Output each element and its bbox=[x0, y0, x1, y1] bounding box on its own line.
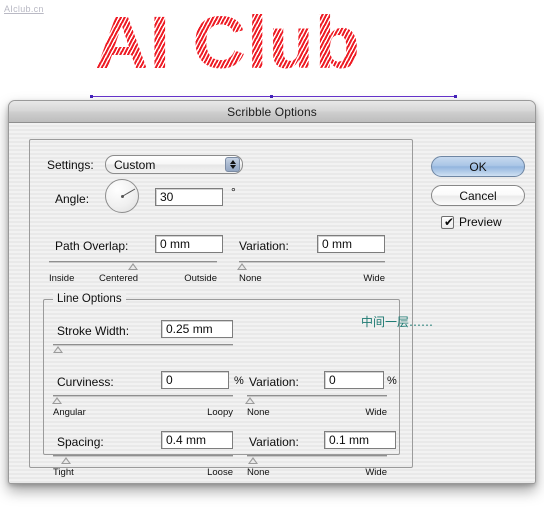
slider-thumb[interactable] bbox=[244, 397, 255, 404]
preview-checkbox-row[interactable]: ✔ Preview bbox=[441, 215, 502, 229]
ok-button[interactable]: OK bbox=[431, 156, 525, 177]
spacing-variation-tick-left: None bbox=[247, 467, 270, 478]
curviness-variation-label: Variation: bbox=[249, 375, 299, 389]
spacing-variation-input[interactable]: 0.1 mm bbox=[324, 431, 396, 449]
slider-thumb[interactable] bbox=[247, 457, 258, 464]
chinese-annotation: 中间一层…… bbox=[361, 315, 434, 329]
spacing-label: Spacing: bbox=[57, 435, 104, 449]
site-watermark: AIclub.cn bbox=[4, 4, 44, 14]
chevron-down-icon bbox=[229, 165, 236, 169]
spacing-tick-left: Tight bbox=[53, 467, 74, 478]
stroke-width-input[interactable]: 0.25 mm bbox=[161, 320, 233, 338]
spacing-variation-value: 0.1 mm bbox=[329, 433, 370, 447]
path-overlap-variation-input[interactable]: 0 mm bbox=[317, 235, 385, 253]
angle-dial-center-dot bbox=[121, 195, 124, 198]
artwork-path-anchor bbox=[454, 95, 457, 98]
curviness-variation-value: 0 bbox=[329, 373, 336, 387]
chevron-updown-icon bbox=[225, 157, 240, 172]
path-overlap-variation-label: Variation: bbox=[239, 239, 289, 253]
path-overlap-tick-left: Inside bbox=[49, 273, 75, 284]
curviness-variation-input[interactable]: 0 bbox=[324, 371, 384, 389]
preview-label: Preview bbox=[459, 215, 502, 229]
curviness-variation-unit-percent: % bbox=[387, 375, 397, 387]
cancel-button[interactable]: Cancel bbox=[431, 185, 525, 206]
path-overlap-variation-value: 0 mm bbox=[322, 237, 352, 251]
spacing-variation-tick-right: Wide bbox=[365, 467, 387, 478]
checkmark-icon: ✔ bbox=[444, 214, 455, 229]
spacing-variation-label: Variation: bbox=[249, 435, 299, 449]
slider-track bbox=[247, 455, 387, 457]
path-overlap-variation-tick-right: Wide bbox=[363, 273, 385, 284]
slider-track bbox=[53, 344, 233, 346]
slider-thumb[interactable] bbox=[128, 263, 138, 270]
slider-track bbox=[247, 395, 387, 397]
path-overlap-variation-tick-left: None bbox=[239, 273, 262, 284]
slider-thumb[interactable] bbox=[60, 457, 71, 464]
slider-thumb[interactable] bbox=[51, 397, 62, 404]
dialog-body: Settings: Custom Angle: 30 ° Path Overla… bbox=[9, 123, 535, 483]
path-overlap-value: 0 mm bbox=[160, 237, 190, 251]
spacing-value: 0.4 mm bbox=[166, 433, 207, 447]
curviness-tick-right: Loopy bbox=[207, 407, 233, 418]
preview-checkbox[interactable]: ✔ bbox=[441, 214, 455, 229]
scribble-artwork-text: AI Club bbox=[95, 1, 361, 84]
curviness-value: 0 bbox=[166, 373, 173, 387]
curviness-variation-tick-right: Wide bbox=[365, 407, 387, 418]
chevron-up-icon bbox=[229, 160, 236, 164]
path-overlap-label: Path Overlap: bbox=[55, 239, 129, 253]
slider-thumb[interactable] bbox=[53, 346, 64, 353]
settings-popup-value: Custom bbox=[114, 157, 156, 172]
slider-track bbox=[239, 261, 385, 263]
artwork-path-baseline bbox=[90, 96, 456, 97]
ok-button-label: OK bbox=[469, 159, 487, 174]
stroke-width-label: Stroke Width: bbox=[57, 324, 130, 338]
slider-thumb[interactable] bbox=[236, 263, 247, 270]
spacing-tick-right: Loose bbox=[207, 467, 233, 478]
angle-label: Angle: bbox=[55, 192, 90, 206]
spacing-input[interactable]: 0.4 mm bbox=[161, 431, 233, 449]
angle-unit-degree: ° bbox=[231, 185, 236, 199]
path-overlap-tick-right: Outside bbox=[184, 273, 217, 284]
dialog-titlebar[interactable]: Scribble Options bbox=[9, 101, 535, 123]
artwork-path-anchor bbox=[90, 95, 93, 98]
angle-value: 30 bbox=[160, 190, 174, 204]
settings-popup-button[interactable]: Custom bbox=[105, 155, 243, 174]
line-options-label: Line Options bbox=[53, 293, 126, 305]
settings-label: Settings: bbox=[47, 158, 94, 172]
angle-dial[interactable] bbox=[105, 179, 139, 213]
angle-input[interactable]: 30 bbox=[155, 188, 223, 206]
stroke-width-value: 0.25 mm bbox=[166, 322, 213, 336]
screenshot-root: AI Club AIclub.cn Scribble Options Setti… bbox=[0, 0, 544, 511]
curviness-variation-tick-left: None bbox=[247, 407, 270, 418]
curviness-unit-percent: % bbox=[234, 375, 244, 387]
scribble-options-dialog: Scribble Options Settings: Custom Angle: bbox=[8, 100, 536, 484]
curviness-label: Curviness: bbox=[57, 375, 114, 389]
slider-track bbox=[53, 395, 233, 397]
slider-track bbox=[53, 455, 233, 457]
curviness-input[interactable]: 0 bbox=[161, 371, 229, 389]
artwork-path-anchor bbox=[270, 95, 273, 98]
dialog-title: Scribble Options bbox=[227, 104, 317, 119]
illustrator-artboard: AI Club bbox=[0, 0, 544, 110]
path-overlap-input[interactable]: 0 mm bbox=[155, 235, 223, 253]
curviness-tick-left: Angular bbox=[53, 407, 86, 418]
cancel-button-label: Cancel bbox=[459, 188, 497, 203]
path-overlap-tick-mid: Centered bbox=[99, 273, 139, 284]
